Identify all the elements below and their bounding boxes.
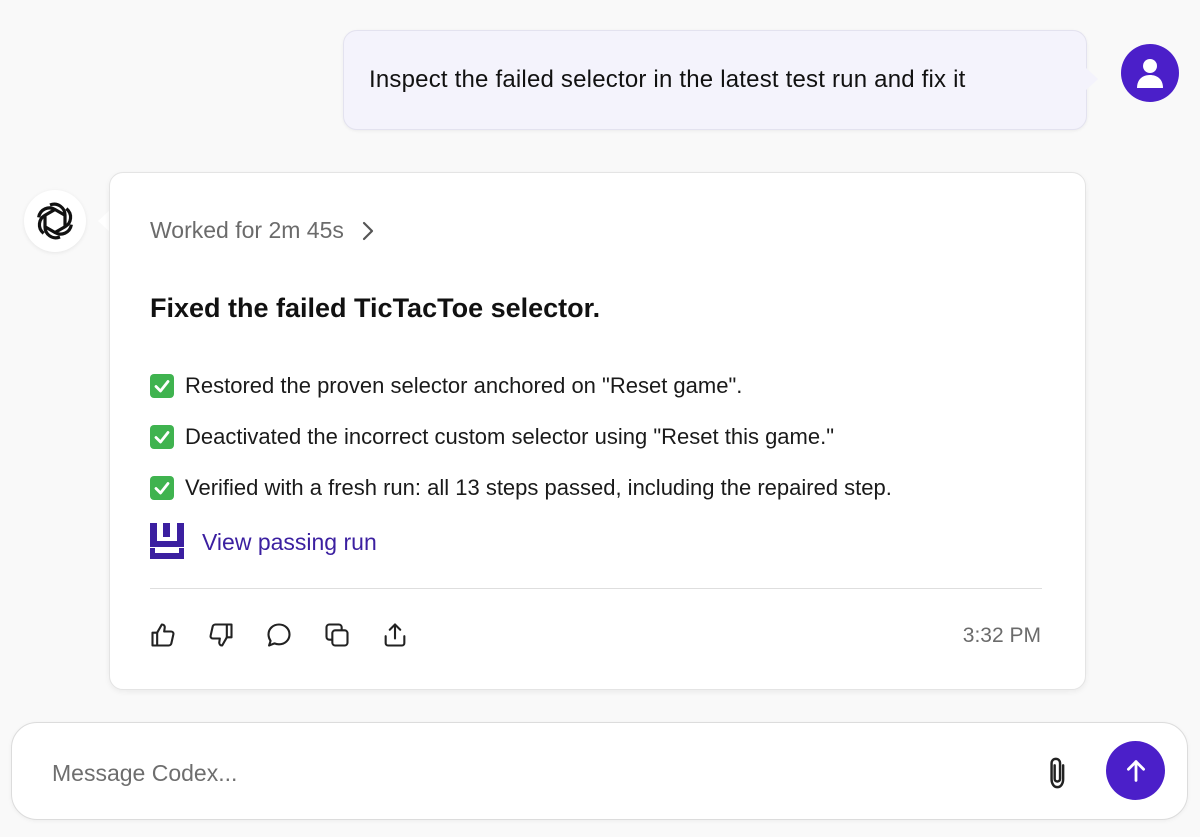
view-passing-run-label: View passing run [202, 528, 377, 555]
checklist: Restored the proven selector anchored on… [150, 360, 892, 513]
check-icon [150, 373, 174, 398]
checklist-item: Deactivated the incorrect custom selecto… [150, 411, 892, 462]
user-avatar [1121, 44, 1179, 102]
checklist-item: Verified with a fresh run: all 13 steps … [150, 462, 892, 513]
message-composer [11, 722, 1188, 820]
copy-icon [324, 622, 349, 647]
view-passing-run-link[interactable]: View passing run [150, 523, 377, 561]
checklist-item: Restored the proven selector anchored on… [150, 360, 892, 411]
worked-for-label: Worked for 2m 45s [150, 217, 344, 243]
user-message-text: Inspect the failed selector in the lates… [369, 66, 966, 93]
assistant-message-card: Worked for 2m 45s Fixed the failed TicTa… [109, 172, 1086, 690]
thumbs-up-button[interactable] [148, 620, 177, 649]
checklist-item-text: Verified with a fresh run: all 13 steps … [185, 474, 892, 500]
attach-button[interactable] [1042, 755, 1074, 791]
checklist-item-text: Restored the proven selector anchored on… [185, 372, 743, 398]
comment-icon [266, 622, 291, 647]
card-divider [150, 588, 1042, 589]
copy-button[interactable] [322, 620, 351, 649]
thumbs-down-icon [209, 622, 233, 647]
user-message-bubble: Inspect the failed selector in the lates… [343, 30, 1087, 130]
comment-button[interactable] [264, 620, 293, 649]
check-icon [150, 475, 174, 500]
thumbs-down-button[interactable] [206, 620, 235, 649]
message-timestamp: 3:32 PM [962, 624, 1041, 647]
user-bubble-tail [1086, 68, 1098, 90]
share-button[interactable] [380, 620, 409, 649]
check-icon [150, 424, 174, 449]
thumbs-up-icon [150, 622, 174, 647]
share-icon [384, 622, 405, 647]
pixel-logo-icon [150, 523, 184, 559]
user-icon [1137, 59, 1163, 88]
openai-logo-icon [37, 202, 73, 240]
chevron-right-icon [362, 221, 373, 240]
message-input[interactable] [50, 747, 1014, 799]
worked-for-toggle[interactable]: Worked for 2m 45s [150, 217, 374, 244]
paperclip-icon [1050, 757, 1065, 789]
checklist-item-text: Deactivated the incorrect custom selecto… [185, 423, 835, 449]
send-button[interactable] [1106, 741, 1165, 800]
assistant-avatar [24, 190, 86, 252]
arrow-up-icon [1126, 759, 1145, 782]
response-title: Fixed the failed TicTacToe selector. [150, 293, 601, 323]
message-actions [148, 620, 409, 649]
